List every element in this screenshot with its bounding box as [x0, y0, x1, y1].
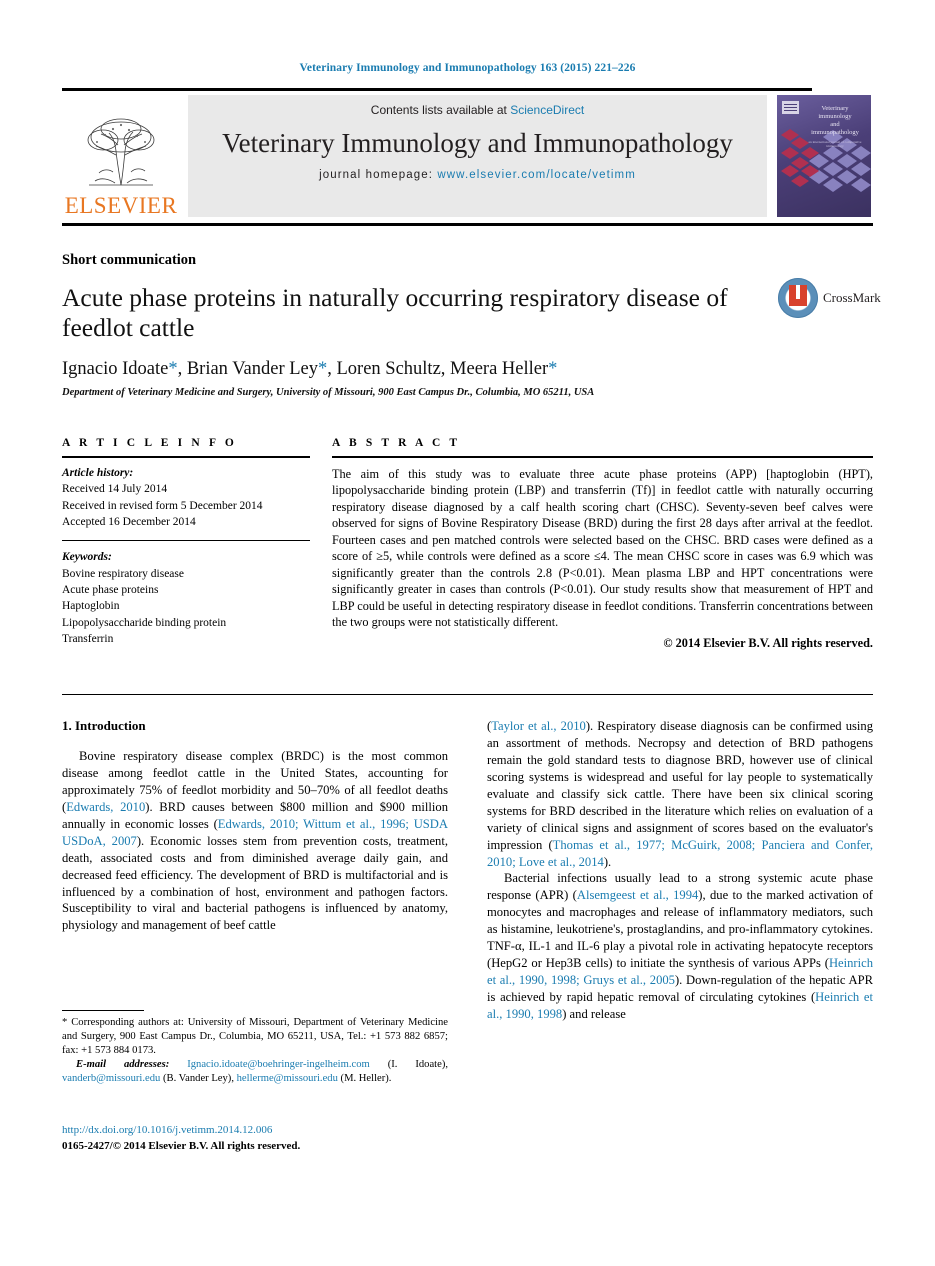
citation-link[interactable]: Taylor et al., 2010	[491, 719, 586, 733]
email-link-2[interactable]: vanderb@missouri.edu	[62, 1073, 160, 1084]
crossmark-icon	[778, 278, 818, 318]
email-note: E-mail addresses: Ignacio.idoate@boehrin…	[62, 1058, 448, 1086]
right-text-c: ).	[603, 854, 612, 869]
article-info-rule	[62, 456, 310, 458]
doi-link[interactable]: http://dx.doi.org/10.1016/j.vetimm.2014.…	[62, 1123, 448, 1139]
article-info-heading: A R T I C L E I N F O	[62, 437, 237, 449]
keywords-separator	[62, 540, 310, 542]
journal-masthead: ELSEVIER Contents lists available at Sci…	[62, 88, 873, 226]
email-owner-1: (I. Idoate),	[369, 1059, 448, 1071]
article-history-label: Article history:	[62, 467, 134, 479]
crossmark-label: CrossMark	[823, 290, 881, 305]
article-history: Article history: Received 14 July 2014 R…	[62, 465, 310, 530]
masthead-bottom-rule	[62, 223, 873, 226]
sciencedirect-link[interactable]: ScienceDirect	[510, 103, 584, 117]
body-columns: 1. Introduction Bovine respiratory disea…	[62, 718, 873, 1023]
right-column: (Taylor et al., 2010). Respiratory disea…	[487, 718, 873, 1023]
intro-paragraph-right-1: (Taylor et al., 2010). Respiratory disea…	[487, 718, 873, 870]
homepage-label: journal homepage:	[319, 168, 434, 181]
author-list-text: Ignacio Idoate*, Brian Vander Ley*, Lore…	[62, 359, 558, 380]
elsevier-logo: ELSEVIER	[62, 95, 180, 217]
footnote-block: * Corresponding authors at: University o…	[62, 1010, 448, 1086]
keyword-item: Bovine respiratory disease	[62, 567, 184, 580]
article-header: Short communication Acute phase proteins…	[62, 252, 873, 398]
article-info-column: A R T I C L E I N F O Article history: R…	[62, 437, 310, 651]
page-footer: http://dx.doi.org/10.1016/j.vetimm.2014.…	[62, 1123, 448, 1155]
keyword-item: Lipopolysaccharide binding protein	[62, 616, 227, 629]
abstract-heading: A B S T R A C T	[332, 437, 461, 449]
intro-text-c: ). Economic losses stem from prevention …	[62, 833, 448, 933]
keywords-label: Keywords:	[62, 551, 112, 564]
email-owner-2: (B. Vander Ley),	[160, 1073, 237, 1085]
section-heading-introduction: 1. Introduction	[62, 718, 146, 733]
cover-title-text: Veterinary immunology and immunopatholog…	[808, 105, 862, 148]
footnote-rule	[62, 1010, 144, 1011]
info-abstract-block: A R T I C L E I N F O Article history: R…	[62, 437, 873, 651]
column-gap	[310, 437, 332, 651]
journal-homepage-line: journal homepage: www.elsevier.com/locat…	[188, 169, 767, 181]
masthead-top-rule	[62, 88, 812, 91]
intro-paragraph-left: Bovine respiratory disease complex (BRDC…	[62, 748, 448, 934]
keyword-item: Acute phase proteins	[62, 583, 159, 596]
email-owner-3: (M. Heller).	[337, 1073, 392, 1085]
history-revised: Received in revised form 5 December 2014	[62, 499, 263, 512]
elsevier-wordmark: ELSEVIER	[64, 193, 178, 218]
crossmark-badge[interactable]: CrossMark	[778, 278, 881, 318]
contents-line: Contents lists available at ScienceDirec…	[188, 103, 767, 117]
running-head: Veterinary Immunology and Immunopatholog…	[299, 62, 636, 74]
cover-image: Veterinary immunology and immunopatholog…	[777, 95, 871, 217]
email-link-1[interactable]: Ignacio.idoate@boehringer-ingelheim.com	[187, 1059, 370, 1070]
corresponding-author-note: * Corresponding authors at: University o…	[62, 1017, 448, 1057]
intro-paragraph-right-2: Bacterial infections usually lead to a s…	[487, 870, 873, 1022]
history-accepted: Accepted 16 December 2014	[62, 515, 196, 528]
masthead-banner: Contents lists available at ScienceDirec…	[188, 95, 767, 217]
left-column: 1. Introduction Bovine respiratory disea…	[62, 718, 448, 1023]
body-top-separator	[62, 694, 873, 695]
citation-link[interactable]: Edwards, 2010	[66, 800, 145, 814]
journal-title: Veterinary Immunology and Immunopatholog…	[222, 128, 733, 158]
page-title: Acute phase proteins in naturally occurr…	[62, 283, 728, 343]
right-text-b: ). Respiratory disease diagnosis can be …	[487, 719, 873, 852]
article-page: Veterinary Immunology and Immunopatholog…	[0, 0, 935, 1266]
keywords-block: Keywords: Bovine respiratory disease Acu…	[62, 549, 310, 647]
crossmark-book-icon	[789, 285, 807, 306]
right2-text-d: ) and release	[562, 1006, 626, 1021]
keyword-item: Haptoglobin	[62, 600, 120, 613]
issn-copyright-line: 0165-2427/© 2014 Elsevier B.V. All right…	[62, 1139, 301, 1152]
homepage-url-link[interactable]: www.elsevier.com/locate/vetimm	[437, 169, 636, 181]
email-link-3[interactable]: hellerme@missouri.edu	[237, 1073, 338, 1084]
article-type-label: Short communication	[62, 252, 197, 268]
abstract-column: A B S T R A C T The aim of this study wa…	[332, 437, 873, 651]
abstract-copyright: © 2014 Elsevier B.V. All rights reserved…	[663, 635, 873, 650]
abstract-rule	[332, 456, 873, 458]
affiliation: Department of Veterinary Medicine and Su…	[62, 387, 595, 399]
body-column-gap	[448, 718, 487, 1023]
contents-prefix: Contents lists available at	[370, 103, 511, 117]
keyword-item: Transferrin	[62, 632, 114, 645]
journal-cover-thumbnail: Veterinary immunology and immunopatholog…	[777, 95, 873, 217]
elsevier-tree-icon	[87, 118, 155, 186]
author-list: Ignacio Idoate*, Brian Vander Ley*, Lore…	[62, 359, 873, 380]
email-label: E-mail addresses:	[76, 1059, 170, 1071]
abstract-text: The aim of this study was to evaluate th…	[332, 467, 873, 630]
history-received: Received 14 July 2014	[62, 483, 168, 496]
citation-link[interactable]: Alsemgeest et al., 1994	[577, 888, 698, 902]
